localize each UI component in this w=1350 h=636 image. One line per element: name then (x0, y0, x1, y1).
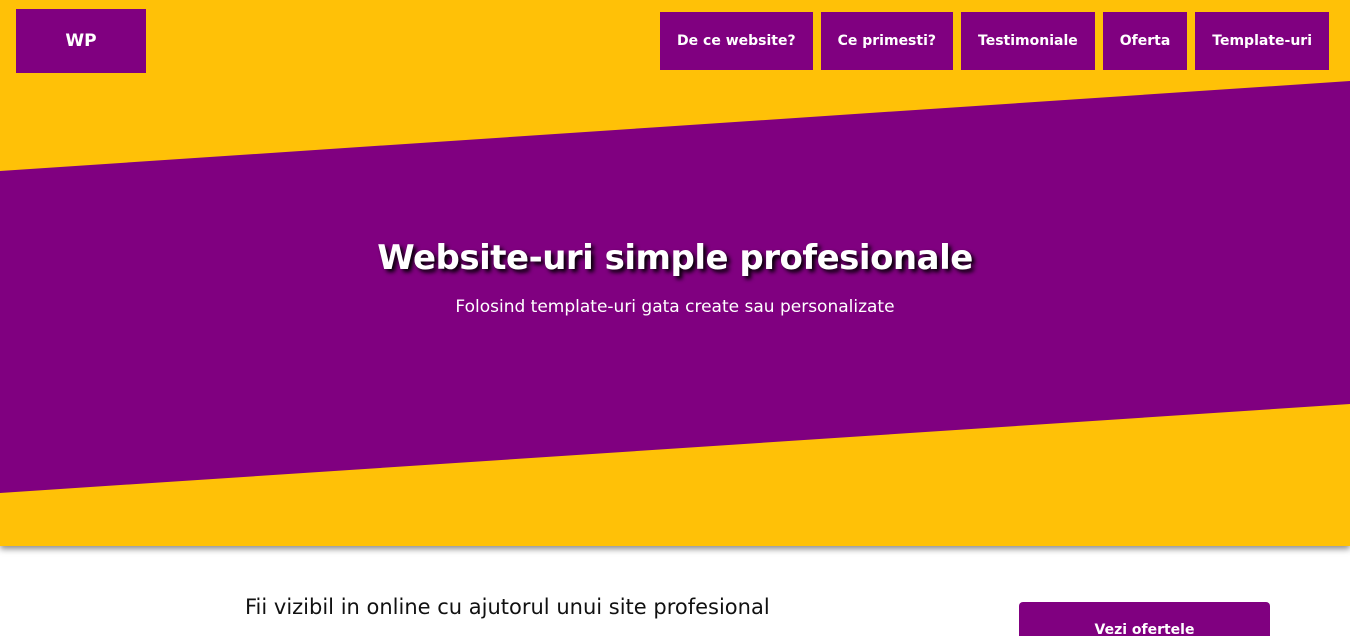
nav-item-testimoniale[interactable]: Testimoniale (961, 12, 1095, 70)
nav-item-oferta[interactable]: Oferta (1102, 12, 1188, 70)
hero-title: Website-uri simple profesionale (377, 238, 973, 278)
hero-section: WP De ce website? Ce primesti? Testimoni… (0, 0, 1350, 546)
hero-subtitle: Folosind template-uri gata create sau pe… (455, 297, 895, 317)
site-logo[interactable]: WP (16, 9, 146, 73)
main-nav: De ce website? Ce primesti? Testimoniale… (660, 12, 1329, 70)
nav-item-de-ce-website[interactable]: De ce website? (660, 12, 813, 70)
cta-heading: Fii vizibil in online cu ajutorul unui s… (245, 595, 770, 619)
view-offers-button[interactable]: Vezi ofertele (1019, 602, 1270, 636)
nav-item-ce-primesti[interactable]: Ce primesti? (820, 12, 954, 70)
nav-item-template-uri[interactable]: Template-uri (1195, 12, 1329, 70)
